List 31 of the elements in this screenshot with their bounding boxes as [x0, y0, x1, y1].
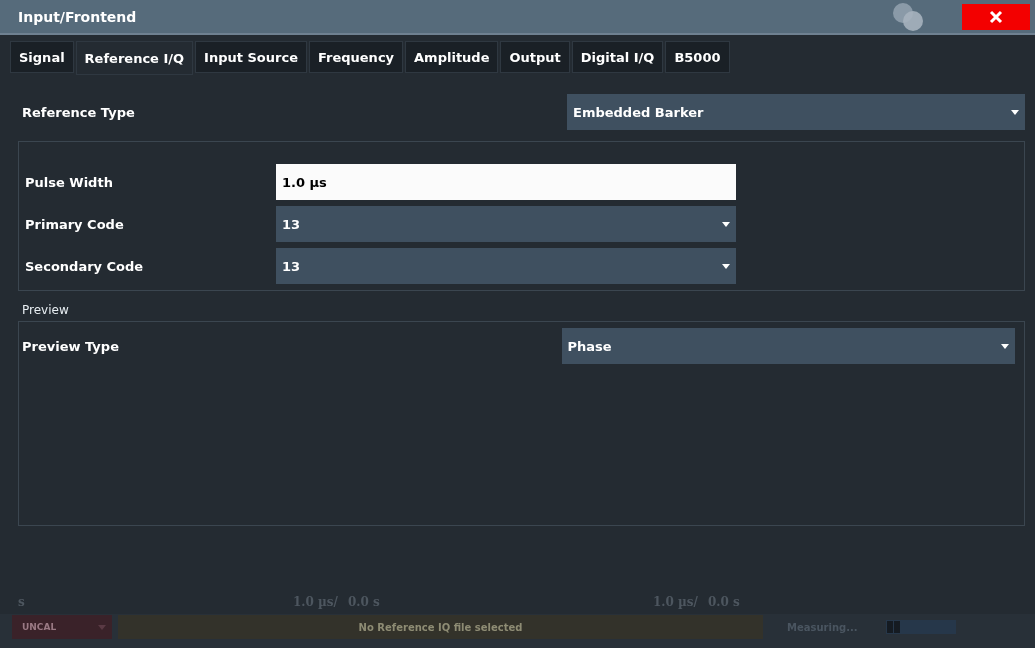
overlapping-circles-icon[interactable] [892, 1, 926, 32]
dropdown[interactable]: 13 [276, 248, 736, 284]
setting-label: Secondary Code [25, 258, 145, 274]
tab[interactable]: Reference I/Q [75, 41, 194, 75]
caret-icon [1011, 109, 1019, 115]
close-button[interactable] [962, 3, 1030, 30]
caret-icon [722, 221, 730, 227]
tab[interactable]: Amplitude [405, 41, 499, 73]
progress-segments-drawing [885, 620, 956, 634]
reference-type-label: Reference Type [22, 104, 136, 120]
setting-label: Primary Code [25, 216, 125, 232]
preview-type-label: Preview Type [22, 338, 120, 354]
tab[interactable]: Frequency [308, 41, 404, 73]
setting-label: Pulse Width [25, 174, 114, 190]
tab[interactable]: Signal [10, 41, 74, 73]
dropdown[interactable]: 13 [276, 206, 736, 242]
tab[interactable]: Digital I/Q [571, 41, 664, 73]
close-icon [989, 9, 1003, 24]
tab[interactable]: Output [500, 41, 570, 73]
input-field[interactable]: 1.0 µs [276, 164, 736, 200]
preview-group-title: Preview [22, 303, 69, 317]
preview-type-dropdown[interactable]: Phase [561, 328, 1015, 364]
tab[interactable]: Input Source [195, 41, 307, 73]
window-title: Input/Frontend [18, 8, 138, 25]
caret-icon [722, 263, 730, 269]
reference-type-dropdown[interactable]: Embedded Barker [567, 94, 1025, 130]
status-message: No Reference IQ file selected [358, 621, 523, 633]
caret-icon [1001, 343, 1009, 349]
tab[interactable]: B5000 [665, 41, 730, 73]
caret-icon [98, 624, 106, 630]
uncal-indicator[interactable]: UNCAL [12, 615, 112, 639]
